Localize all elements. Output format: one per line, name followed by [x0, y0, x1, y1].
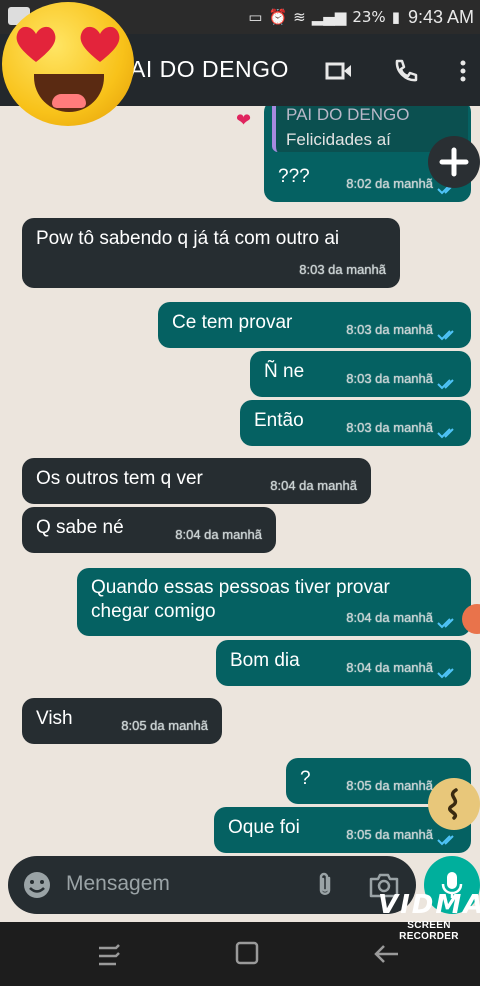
add-overlay-button[interactable] [428, 136, 480, 188]
read-receipt-icon [437, 835, 454, 846]
squiggle-icon [448, 788, 458, 820]
message-text: Vish [36, 708, 73, 729]
message-bubble-out[interactable]: Ce tem provar 8:03 da manhã [158, 302, 471, 348]
message-bubble-out[interactable]: Quando essas pessoas tiver provar chegar… [77, 568, 471, 636]
message-bubble-out[interactable]: Bom dia 8:04 da manhã [216, 640, 471, 686]
message-composer: Mensagem [8, 856, 416, 914]
video-call-icon[interactable] [322, 54, 356, 88]
recorder-watermark: VIDMA SCREEN RECORDER [378, 890, 480, 942]
message-text: Ñ ne [264, 361, 305, 382]
status-icons: ▭ ⏰ ≋ ▂▄▆ 23% ▮ [248, 8, 400, 26]
reaction-heart-icon: ❤ [236, 110, 252, 130]
wifi-icon: ≋ [293, 8, 306, 26]
emoji-icon[interactable] [22, 870, 52, 900]
message-bubble-in[interactable]: Vish 8:05 da manhã [22, 698, 222, 744]
read-receipt-icon [437, 618, 454, 629]
message-bubble-in[interactable]: Q sabe né 8:04 da manhã [22, 507, 276, 553]
more-options-icon[interactable] [446, 54, 480, 88]
message-time: 8:04 da manhã [175, 527, 262, 542]
phone-call-icon[interactable] [388, 54, 422, 88]
message-input[interactable]: Mensagem [66, 872, 170, 896]
recent-apps-icon[interactable] [96, 942, 122, 966]
message-text: Então [254, 410, 304, 431]
message-time: 8:04 da manhã [346, 610, 433, 625]
message-time: 8:05 da manhã [346, 778, 433, 793]
message-text: Ce tem provar [172, 312, 293, 333]
clock: 9:43 AM [407, 6, 474, 27]
message-text: Os outros tem q ver [36, 468, 203, 489]
read-receipt-icon [437, 428, 454, 439]
alarm-icon: ⏰ [268, 8, 288, 26]
message-text: Oque foi [228, 817, 300, 838]
read-receipt-icon [437, 668, 454, 679]
message-text: Bom dia [230, 650, 300, 671]
signal-icon: ▂▄▆ [311, 8, 347, 26]
message-time: 8:03 da manhã [346, 371, 433, 386]
message-bubble-out[interactable]: Então 8:03 da manhã [240, 400, 471, 446]
back-icon[interactable] [372, 942, 400, 966]
message-time: 8:03 da manhã [299, 262, 386, 277]
watermark-brand: VIDMA [378, 890, 480, 920]
message-text: ? [300, 768, 311, 789]
message-time: 8:03 da manhã [346, 420, 433, 435]
contact-name[interactable]: AI DO DENGO [130, 56, 289, 83]
message-bubble-out[interactable]: Ñ ne 8:03 da manhã [250, 351, 471, 397]
message-time: 8:02 da manhã [346, 176, 433, 191]
message-list[interactable]: ❤ PAI DO DENGO Felicidades aí ??? 8:02 d… [0, 106, 480, 854]
plus-icon [439, 147, 469, 177]
recorder-control-button[interactable] [428, 778, 480, 830]
message-text: Q sabe né [36, 517, 124, 538]
message-time: 8:04 da manhã [346, 660, 433, 675]
message-text: Pow tô sabendo q já tá com outro ai [36, 228, 340, 249]
read-receipt-icon [437, 330, 454, 341]
message-time: 8:05 da manhã [121, 718, 208, 733]
message-bubble-in[interactable]: Pow tô sabendo q já tá com outro ai 8:03… [22, 218, 400, 288]
watermark-subtitle: SCREEN RECORDER [399, 920, 459, 942]
message-bubble-in[interactable]: Os outros tem q ver 8:04 da manhã [22, 458, 371, 504]
read-receipt-icon [437, 379, 454, 390]
message-time: 8:05 da manhã [346, 827, 433, 842]
cast-icon: ▭ [248, 8, 263, 26]
attach-icon[interactable] [310, 870, 340, 900]
message-time: 8:03 da manhã [346, 322, 433, 337]
battery-percent: 23% [352, 8, 386, 26]
heart-eyes-emoji-sticker [2, 2, 134, 126]
battery-icon: ▮ [391, 8, 400, 26]
message-text: ??? [278, 166, 310, 187]
message-time: 8:04 da manhã [270, 478, 357, 493]
home-icon[interactable] [234, 940, 260, 966]
reply-quote-name: PAI DO DENGO [286, 106, 410, 124]
